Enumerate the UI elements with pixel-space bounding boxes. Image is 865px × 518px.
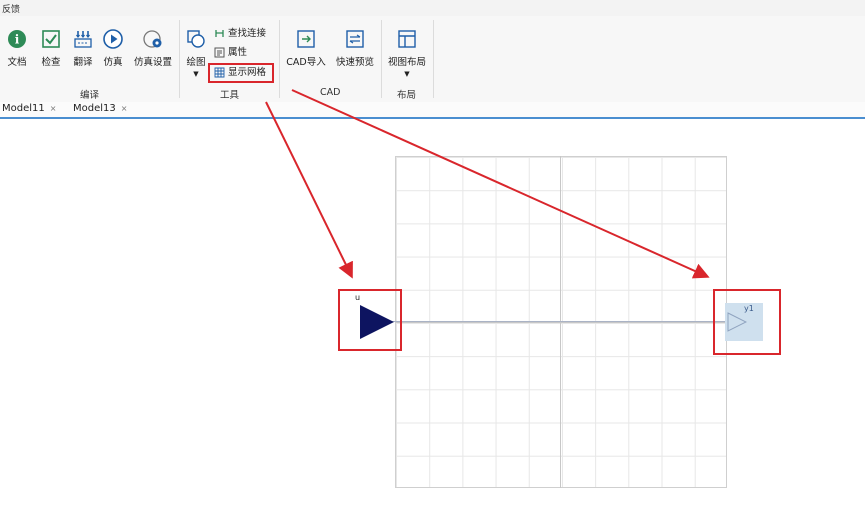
quick-preview-icon bbox=[346, 30, 364, 48]
chevron-down-icon[interactable]: ▼ bbox=[184, 70, 208, 78]
group-separator bbox=[381, 20, 382, 98]
find-connection-icon bbox=[215, 30, 224, 37]
close-icon[interactable]: × bbox=[121, 104, 128, 113]
group-label-compile: 编译 bbox=[80, 90, 100, 101]
group-label-layout: 布局 bbox=[397, 90, 417, 101]
check-button[interactable]: 检查 bbox=[38, 28, 64, 68]
view-layout-label: 视图布局 bbox=[387, 57, 426, 68]
simulate-label: 仿真 bbox=[103, 57, 123, 68]
group-separator bbox=[279, 20, 280, 98]
translate-icon bbox=[74, 31, 92, 48]
quick-preview-button[interactable]: 快速预览 bbox=[334, 28, 376, 68]
properties-button[interactable]: 属性 bbox=[214, 45, 247, 60]
tab-model13[interactable]: Model13 × bbox=[73, 103, 127, 114]
input-block-highlight-box bbox=[338, 289, 402, 351]
tab-label: Model11 bbox=[2, 103, 45, 114]
window-title: 反馈 bbox=[2, 5, 21, 15]
cad-import-label: CAD导入 bbox=[286, 57, 326, 68]
cad-import-icon bbox=[297, 30, 315, 48]
shapes-icon bbox=[187, 30, 205, 48]
cad-import-button[interactable]: CAD导入 bbox=[285, 28, 327, 68]
simulate-button[interactable]: 仿真 bbox=[100, 28, 126, 68]
find-connection-label: 查找连接 bbox=[228, 28, 267, 39]
chevron-down-icon[interactable]: ▼ bbox=[386, 70, 428, 78]
group-label-tools: 工具 bbox=[220, 90, 240, 101]
translate-button[interactable]: 翻译 bbox=[70, 28, 96, 68]
layout-icon bbox=[398, 30, 416, 48]
info-icon: i bbox=[8, 30, 26, 48]
checkbox-icon bbox=[42, 30, 60, 48]
ribbon-toolbar: i 文档 检查 翻译 仿真 仿真设置 编译 绘图 ▼ 查找连接 属性 显示网格 … bbox=[0, 16, 865, 103]
find-connection-button[interactable]: 查找连接 bbox=[214, 26, 266, 41]
sim-settings-button[interactable]: 仿真设置 bbox=[132, 28, 174, 68]
grid-axis-horizontal bbox=[395, 322, 727, 323]
tab-model11[interactable]: Model11 × bbox=[2, 103, 56, 114]
properties-label: 属性 bbox=[228, 47, 248, 58]
group-separator bbox=[179, 20, 180, 98]
play-icon bbox=[103, 29, 123, 49]
output-block-highlight-box bbox=[713, 289, 781, 355]
tab-label: Model13 bbox=[73, 103, 116, 114]
doc-button[interactable]: i 文档 bbox=[4, 28, 30, 68]
settings-gear-icon bbox=[143, 30, 162, 48]
group-separator bbox=[433, 20, 434, 98]
doc-label: 文档 bbox=[7, 57, 27, 68]
draw-button[interactable]: 绘图 ▼ bbox=[184, 28, 208, 78]
document-tabs: Model11 × Model13 × bbox=[0, 102, 865, 119]
group-label-cad: CAD bbox=[320, 87, 341, 98]
svg-text:i: i bbox=[15, 33, 20, 47]
sim-settings-label: 仿真设置 bbox=[133, 57, 172, 68]
quick-preview-label: 快速预览 bbox=[335, 57, 374, 68]
view-layout-button[interactable]: 视图布局 ▼ bbox=[386, 28, 428, 78]
close-icon[interactable]: × bbox=[50, 104, 57, 113]
properties-icon bbox=[214, 47, 225, 58]
check-label: 检查 bbox=[41, 57, 61, 68]
show-grid-highlight-box bbox=[208, 63, 274, 83]
translate-label: 翻译 bbox=[73, 57, 93, 68]
title-bar: 反馈 bbox=[0, 0, 865, 17]
connection-line[interactable] bbox=[392, 321, 730, 322]
draw-label: 绘图 bbox=[186, 57, 206, 68]
